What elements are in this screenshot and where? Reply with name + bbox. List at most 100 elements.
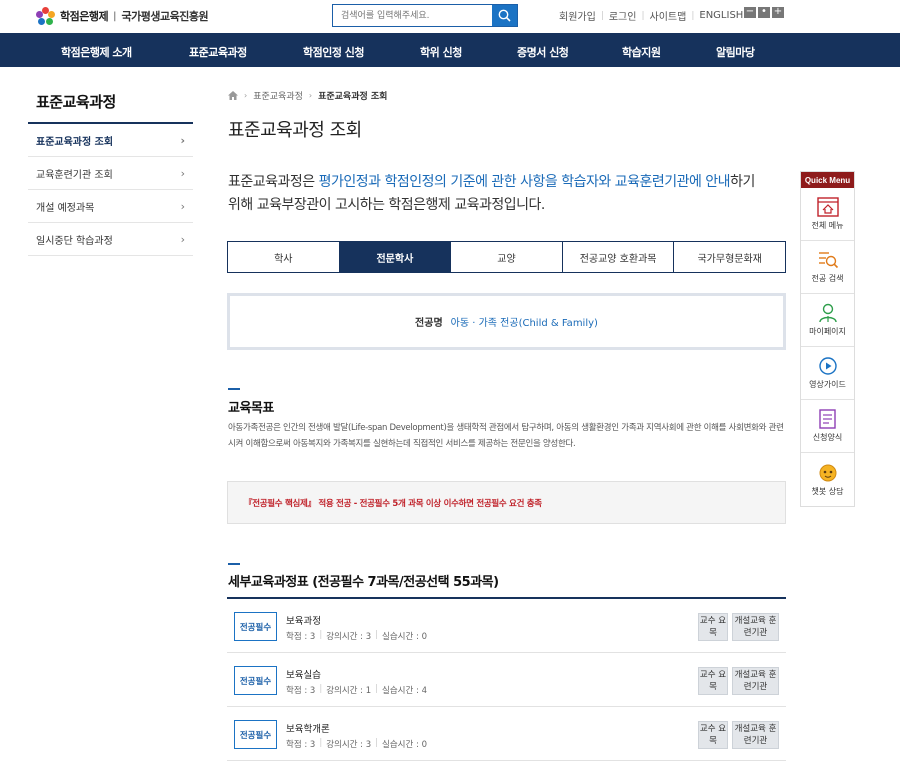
major-info-box: 전공명 아동 · 가족 전공(Child & Family) [227,293,786,350]
major-search-icon [818,252,838,269]
tab-intangible-heritage[interactable]: 국가무형문화재 [674,242,785,272]
quick-item-label: 마이페이지 [809,327,846,336]
notice-box: 『전공필수 핵심제』 적용 전공 - 전공필수 5개 과목 이상 이수하면 전공… [227,481,786,524]
zoom-out-button[interactable]: − [744,7,756,18]
sidebar-menu: 표준교육과정 조회 › 교육훈련기관 조회 › 개설 예정과목 › 일시중단 학… [28,122,193,256]
major-value: 아동 · 가족 전공(Child & Family) [450,318,598,329]
search-bar [332,4,518,27]
quick-item-label: 전체 메뉴 [811,221,844,230]
tab-compatible-courses[interactable]: 전공교양 호환과목 [563,242,675,272]
institutions-button[interactable]: 개설교육 훈련기관 [732,721,779,749]
major-label: 전공명 [415,318,443,329]
quick-chatbot[interactable]: 챗봇 상담 [801,453,854,506]
nav-notice[interactable]: 알림마당 [716,44,755,60]
sidebar-item-label: 개설 예정과목 [36,202,95,214]
top-bar: 학점은행제 | 국가평생교육진흥원 회원가입 | 로그인 | 사이트맵 | EN… [0,0,900,33]
list-item: 전공필수 보육학개론 학점 : 3 | 강의시간 : 3 | 실습시간 : 0 교수… [227,707,786,761]
quick-menu: Quick Menu 전체 메뉴 전공 검색 마이페이지 영상가이드 신청양식 … [800,171,855,507]
sidebar-item-label: 표준교육과정 조회 [36,136,114,148]
sidebar-item-label: 교육훈련기관 조회 [36,169,113,181]
nav-learning-support[interactable]: 학습지원 [622,44,661,60]
institutions-button[interactable]: 개설교육 훈련기관 [732,667,779,695]
sidebar-title: 표준교육과정 [36,93,116,111]
syllabus-button[interactable]: 교수 요목 [698,721,728,749]
syllabus-button[interactable]: 교수 요목 [698,667,728,695]
chevron-right-icon: › [180,199,185,213]
intro-highlight: 평가인정과 학점인정의 기준에 관한 사항을 학습자와 교육훈련기관에 안내 [318,174,731,190]
breadcrumb-current: 표준교육과정 조회 [318,92,388,102]
chevron-right-icon: › [180,133,185,147]
quick-major-search[interactable]: 전공 검색 [801,241,854,294]
sidebar-item-upcoming-courses[interactable]: 개설 예정과목 › [28,190,193,223]
nav-standard-curriculum[interactable]: 표준교육과정 [189,44,247,60]
search-icon [498,9,511,22]
logo-separator: | [113,10,117,22]
quick-mypage[interactable]: 마이페이지 [801,294,854,347]
sidebar-item-label: 일시중단 학습과정 [36,235,113,247]
mypage-icon [818,303,837,323]
logo-text: 학점은행제 [60,10,109,23]
search-button[interactable] [492,5,517,26]
quick-item-label: 신청양식 [812,433,843,442]
course-meta: 학점 : 3 | 강의시간 : 3 | 실습시간 : 0 [286,738,428,750]
course-name[interactable]: 보육실습 [286,667,321,681]
page-title: 표준교육과정 조회 [228,120,362,141]
course-name[interactable]: 보육학개론 [286,721,330,735]
site-logo[interactable]: 학점은행제 | 국가평생교육진흥원 [36,7,209,25]
required-badge: 전공필수 [234,666,277,695]
course-table-title: 세부교육과정표 (전공필수 7과목/전공선택 55과목) [228,575,499,590]
signup-link[interactable]: 회원가입 [554,8,601,23]
syllabus-button[interactable]: 교수 요목 [698,613,728,641]
video-guide-icon [818,357,837,375]
goal-description: 아동가족전공은 인간의 전생애 발달(Life-span Development… [228,423,784,449]
quick-video-guide[interactable]: 영상가이드 [801,347,854,400]
tab-bachelor[interactable]: 학사 [228,242,340,272]
nav-credit-recognition[interactable]: 학점인정 신청 [303,44,365,60]
course-meta: 학점 : 3 | 강의시간 : 1 | 실습시간 : 4 [286,684,428,696]
course-name[interactable]: 보육과정 [286,613,321,627]
chevron-right-icon: › [180,232,185,246]
login-link[interactable]: 로그인 [604,8,642,23]
course-meta: 학점 : 3 | 강의시간 : 3 | 실습시간 : 0 [286,630,428,642]
nav-certificate[interactable]: 증명서 신청 [517,44,569,60]
logo-flower-icon [36,7,56,25]
sidebar-item-standard-curriculum[interactable]: 표준교육과정 조회 › [28,124,193,157]
search-input[interactable] [333,5,492,26]
intro-text: 표준교육과정은 평가인정과 학점인정의 기준에 관한 사항을 학습자와 교육훈련… [228,174,755,213]
quick-item-label: 영상가이드 [809,380,846,389]
breadcrumb-item[interactable]: 표준교육과정 [253,89,303,102]
institutions-button[interactable]: 개설교육 훈련기관 [732,613,779,641]
sidebar-item-institutions[interactable]: 교육훈련기관 조회 › [28,157,193,190]
nav-degree-application[interactable]: 학위 신청 [420,44,462,60]
chevron-right-icon: › [180,166,185,180]
chatbot-icon [819,464,836,481]
english-link[interactable]: ENGLISH [694,10,748,21]
list-item: 전공필수 보육실습 학점 : 3 | 강의시간 : 1 | 실습시간 : 4 교수 … [227,653,786,707]
nav-intro[interactable]: 학점은행제 소개 [61,44,132,60]
sidebar-item-suspended-courses[interactable]: 일시중단 학습과정 › [28,223,193,256]
zoom-reset-button[interactable]: • [758,7,770,18]
home-icon[interactable] [228,91,238,100]
quick-item-label: 전공 검색 [811,274,844,283]
quick-item-label: 챗봇 상담 [811,486,844,496]
form-icon [818,409,836,429]
org-name: 국가평생교육진흥원 [121,10,209,23]
quick-all-menu[interactable]: 전체 메뉴 [801,188,854,241]
tab-liberal-arts[interactable]: 교양 [451,242,563,272]
section-marker [228,563,240,565]
tab-associate[interactable]: 전문학사 [339,242,452,272]
required-badge: 전공필수 [234,612,277,641]
breadcrumb: › 표준교육과정 › 표준교육과정 조회 [228,89,387,102]
all-menu-icon [816,197,839,217]
sitemap-link[interactable]: 사이트맵 [645,8,692,23]
quick-forms[interactable]: 신청양식 [801,400,854,453]
section-marker [228,388,240,390]
required-badge: 전공필수 [234,720,277,749]
zoom-in-button[interactable]: + [772,7,784,18]
course-list: 전공필수 보육과정 학점 : 3 | 강의시간 : 3 | 실습시간 : 0 교수 … [227,597,786,761]
curriculum-tabs: 학사 전문학사 교양 전공교양 호환과목 국가무형문화재 [227,241,786,273]
quick-menu-title: Quick Menu [801,172,854,188]
utility-links: 회원가입 | 로그인 | 사이트맵 | ENGLISH [554,8,748,23]
zoom-controls: − • + [744,7,784,18]
list-item: 전공필수 보육과정 학점 : 3 | 강의시간 : 3 | 실습시간 : 0 교수 … [227,599,786,653]
